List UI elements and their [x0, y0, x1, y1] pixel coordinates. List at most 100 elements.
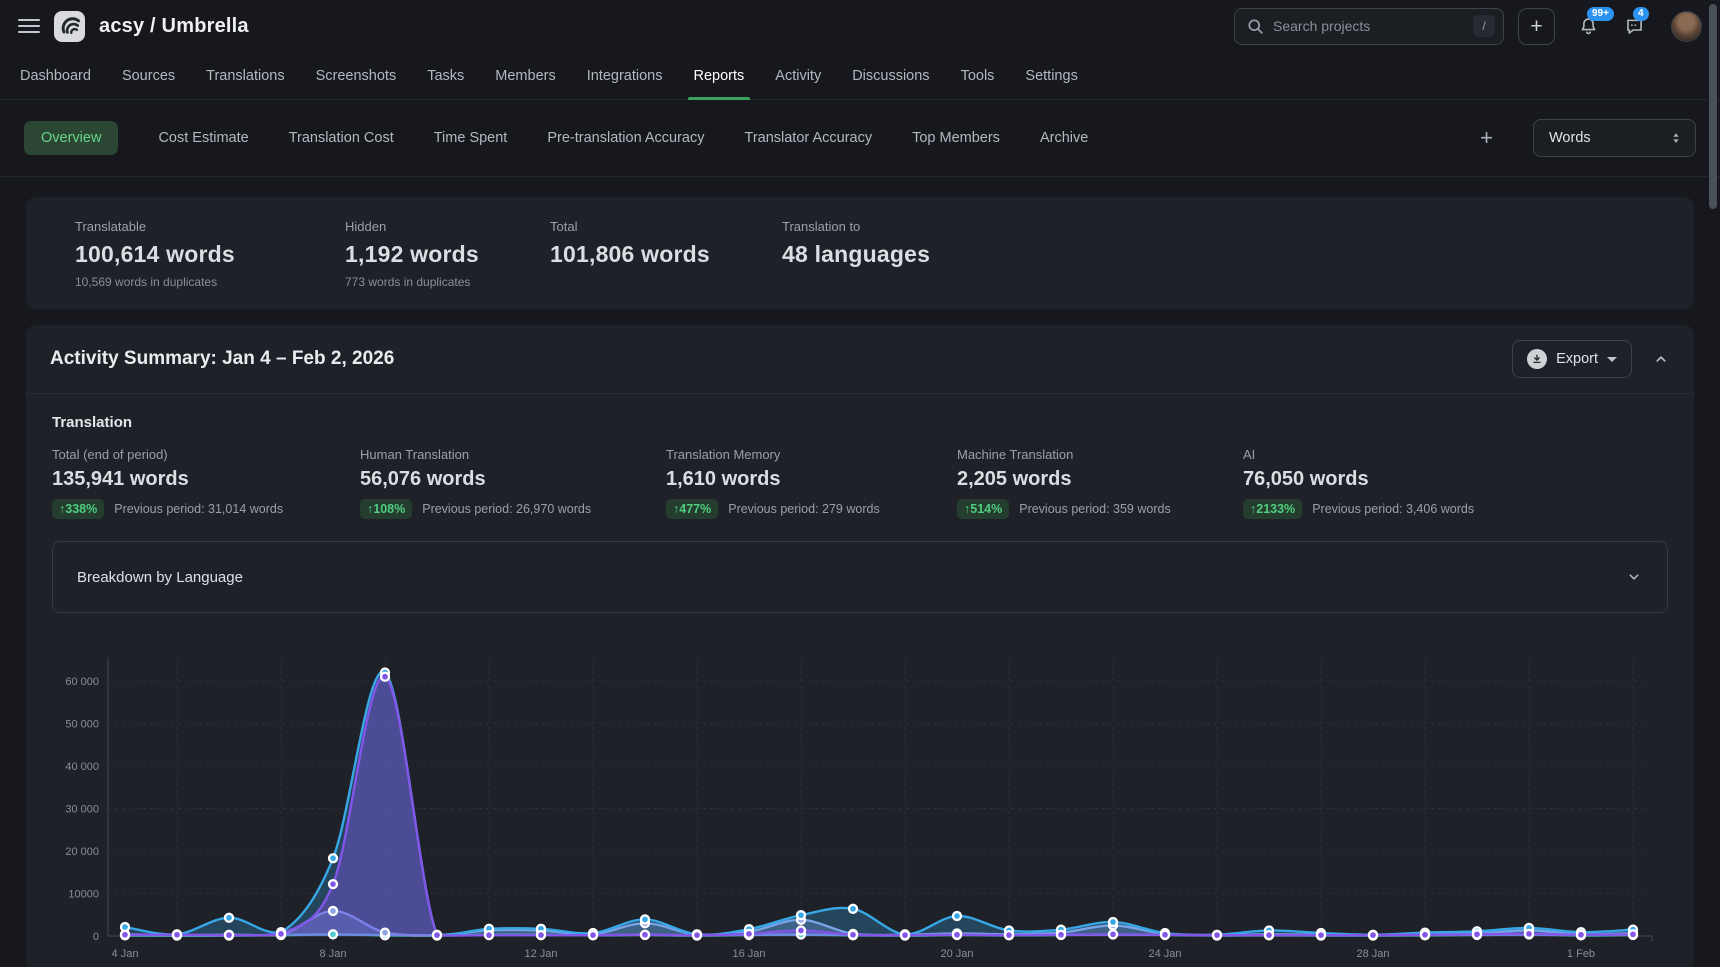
export-button[interactable]: Export	[1512, 340, 1632, 378]
translation-activity-chart: 01000020 00030 00040 00050 00060 0004 Ja…	[52, 637, 1668, 967]
search-icon	[1247, 18, 1264, 35]
nav-item-sources[interactable]: Sources	[122, 52, 175, 99]
nav-item-screenshots[interactable]: Screenshots	[316, 52, 397, 99]
tab-top-members[interactable]: Top Members	[912, 130, 1000, 146]
metric-label: Translation Memory	[666, 447, 957, 462]
svg-text:50 000: 50 000	[65, 719, 99, 731]
change-badge: ↑2133%	[1243, 499, 1302, 519]
create-project-button[interactable]: +	[1518, 8, 1555, 45]
tab-cost-estimate[interactable]: Cost Estimate	[158, 130, 248, 146]
change-badge: ↑108%	[360, 499, 412, 519]
tab-translation-cost[interactable]: Translation Cost	[289, 130, 394, 146]
project-nav: Dashboard Sources Translations Screensho…	[0, 52, 1720, 100]
nav-item-translations[interactable]: Translations	[206, 52, 284, 99]
nav-item-tasks[interactable]: Tasks	[427, 52, 464, 99]
breakdown-label: Breakdown by Language	[77, 569, 243, 586]
tab-overview[interactable]: Overview	[24, 121, 118, 155]
previous-period: Previous period: 26,970 words	[422, 502, 591, 516]
word-stats-card: Translatable 100,614 words 10,569 words …	[26, 197, 1694, 309]
plus-icon: +	[1480, 125, 1493, 150]
messages-badge: 4	[1633, 7, 1649, 21]
notifications-button[interactable]: 99+	[1575, 13, 1601, 39]
stat-label: Total	[550, 219, 757, 234]
project-logo[interactable]	[54, 11, 85, 42]
nav-item-tools[interactable]: Tools	[961, 52, 995, 99]
nav-item-dashboard[interactable]: Dashboard	[20, 52, 91, 99]
stat-translation-to: Translation to 48 languages	[757, 219, 930, 289]
stat-value: 48 languages	[782, 241, 930, 268]
svg-text:60 000: 60 000	[65, 676, 99, 688]
stat-sub: 773 words in duplicates	[345, 275, 525, 289]
metric-label: Human Translation	[360, 447, 666, 462]
tab-translator-accuracy[interactable]: Translator Accuracy	[745, 130, 873, 146]
stat-value: 1,192 words	[345, 241, 525, 268]
tab-pre-translation-accuracy[interactable]: Pre-translation Accuracy	[547, 130, 704, 146]
user-avatar[interactable]	[1671, 11, 1702, 42]
svg-text:1 Feb: 1 Feb	[1567, 948, 1595, 960]
unit-selector-value: Words	[1549, 130, 1591, 146]
previous-period: Previous period: 31,014 words	[114, 502, 283, 516]
unit-selector[interactable]: Words	[1533, 119, 1696, 157]
tab-time-spent[interactable]: Time Spent	[434, 130, 508, 146]
tab-archive[interactable]: Archive	[1040, 130, 1088, 146]
translation-metrics: Total (end of period) 135,941 words ↑338…	[52, 447, 1668, 519]
previous-period: Previous period: 279 words	[728, 502, 879, 516]
change-badge: ↑338%	[52, 499, 104, 519]
nav-item-settings[interactable]: Settings	[1025, 52, 1077, 99]
change-badge: ↑514%	[957, 499, 1009, 519]
metric-machine-translation: Machine Translation 2,205 words ↑514% Pr…	[957, 447, 1243, 519]
stat-label: Hidden	[345, 219, 525, 234]
stat-label: Translation to	[782, 219, 930, 234]
nav-item-reports[interactable]: Reports	[694, 52, 745, 99]
stat-hidden: Hidden 1,192 words 773 words in duplicat…	[320, 219, 525, 289]
svg-text:4 Jan: 4 Jan	[112, 948, 139, 960]
scrollbar[interactable]	[1709, 4, 1717, 209]
nav-item-integrations[interactable]: Integrations	[587, 52, 663, 99]
metric-translation-memory: Translation Memory 1,610 words ↑477% Pre…	[666, 447, 957, 519]
stat-value: 100,614 words	[75, 241, 320, 268]
metric-value: 56,076 words	[360, 468, 666, 491]
activity-body: Translation Total (end of period) 135,94…	[26, 394, 1694, 967]
activity-actions: Export	[1512, 340, 1670, 378]
nav-item-members[interactable]: Members	[495, 52, 555, 99]
hamburger-menu-icon[interactable]	[18, 19, 40, 33]
page-title: acsy / Umbrella	[99, 15, 249, 38]
download-icon	[1527, 349, 1547, 369]
breakdown-by-language-toggle[interactable]: Breakdown by Language	[52, 541, 1668, 613]
svg-text:0: 0	[93, 931, 99, 943]
metric-value: 135,941 words	[52, 468, 360, 491]
stat-total: Total 101,806 words	[525, 219, 757, 289]
svg-text:40 000: 40 000	[65, 761, 99, 773]
stat-translatable: Translatable 100,614 words 10,569 words …	[50, 219, 320, 289]
reports-subnav: Overview Cost Estimate Translation Cost …	[0, 100, 1720, 177]
logo-swirl-icon	[58, 14, 82, 38]
select-arrows-icon	[1669, 130, 1683, 146]
activity-summary-card: Activity Summary: Jan 4 – Feb 2, 2026 Ex…	[26, 325, 1694, 967]
add-report-button[interactable]: +	[1480, 127, 1493, 149]
svg-text:8 Jan: 8 Jan	[320, 948, 347, 960]
svg-text:12 Jan: 12 Jan	[524, 948, 557, 960]
change-badge: ↑477%	[666, 499, 718, 519]
notifications-badge: 99+	[1587, 7, 1614, 21]
search-input[interactable]	[1273, 18, 1464, 34]
stat-sub: 10,569 words in duplicates	[75, 275, 320, 289]
search-shortcut-key: /	[1473, 15, 1495, 37]
messages-button[interactable]: 4	[1621, 13, 1647, 39]
caret-down-icon	[1607, 357, 1617, 362]
collapse-section-button[interactable]	[1652, 350, 1670, 368]
metric-total-end-of-period: Total (end of period) 135,941 words ↑338…	[52, 447, 360, 519]
previous-period: Previous period: 3,406 words	[1312, 502, 1474, 516]
svg-text:10000: 10000	[68, 889, 99, 901]
chevron-down-icon	[1625, 568, 1643, 586]
top-bar: acsy / Umbrella / + 99+ 4	[0, 0, 1720, 52]
chevron-up-icon	[1652, 350, 1670, 368]
svg-text:24 Jan: 24 Jan	[1148, 948, 1181, 960]
activity-title: Activity Summary: Jan 4 – Feb 2, 2026	[50, 348, 394, 370]
activity-header: Activity Summary: Jan 4 – Feb 2, 2026 Ex…	[26, 325, 1694, 394]
translation-section-title: Translation	[52, 414, 1668, 431]
nav-item-activity[interactable]: Activity	[775, 52, 821, 99]
export-label: Export	[1556, 351, 1598, 367]
search-box[interactable]: /	[1234, 8, 1504, 45]
previous-period: Previous period: 359 words	[1019, 502, 1170, 516]
nav-item-discussions[interactable]: Discussions	[852, 52, 929, 99]
